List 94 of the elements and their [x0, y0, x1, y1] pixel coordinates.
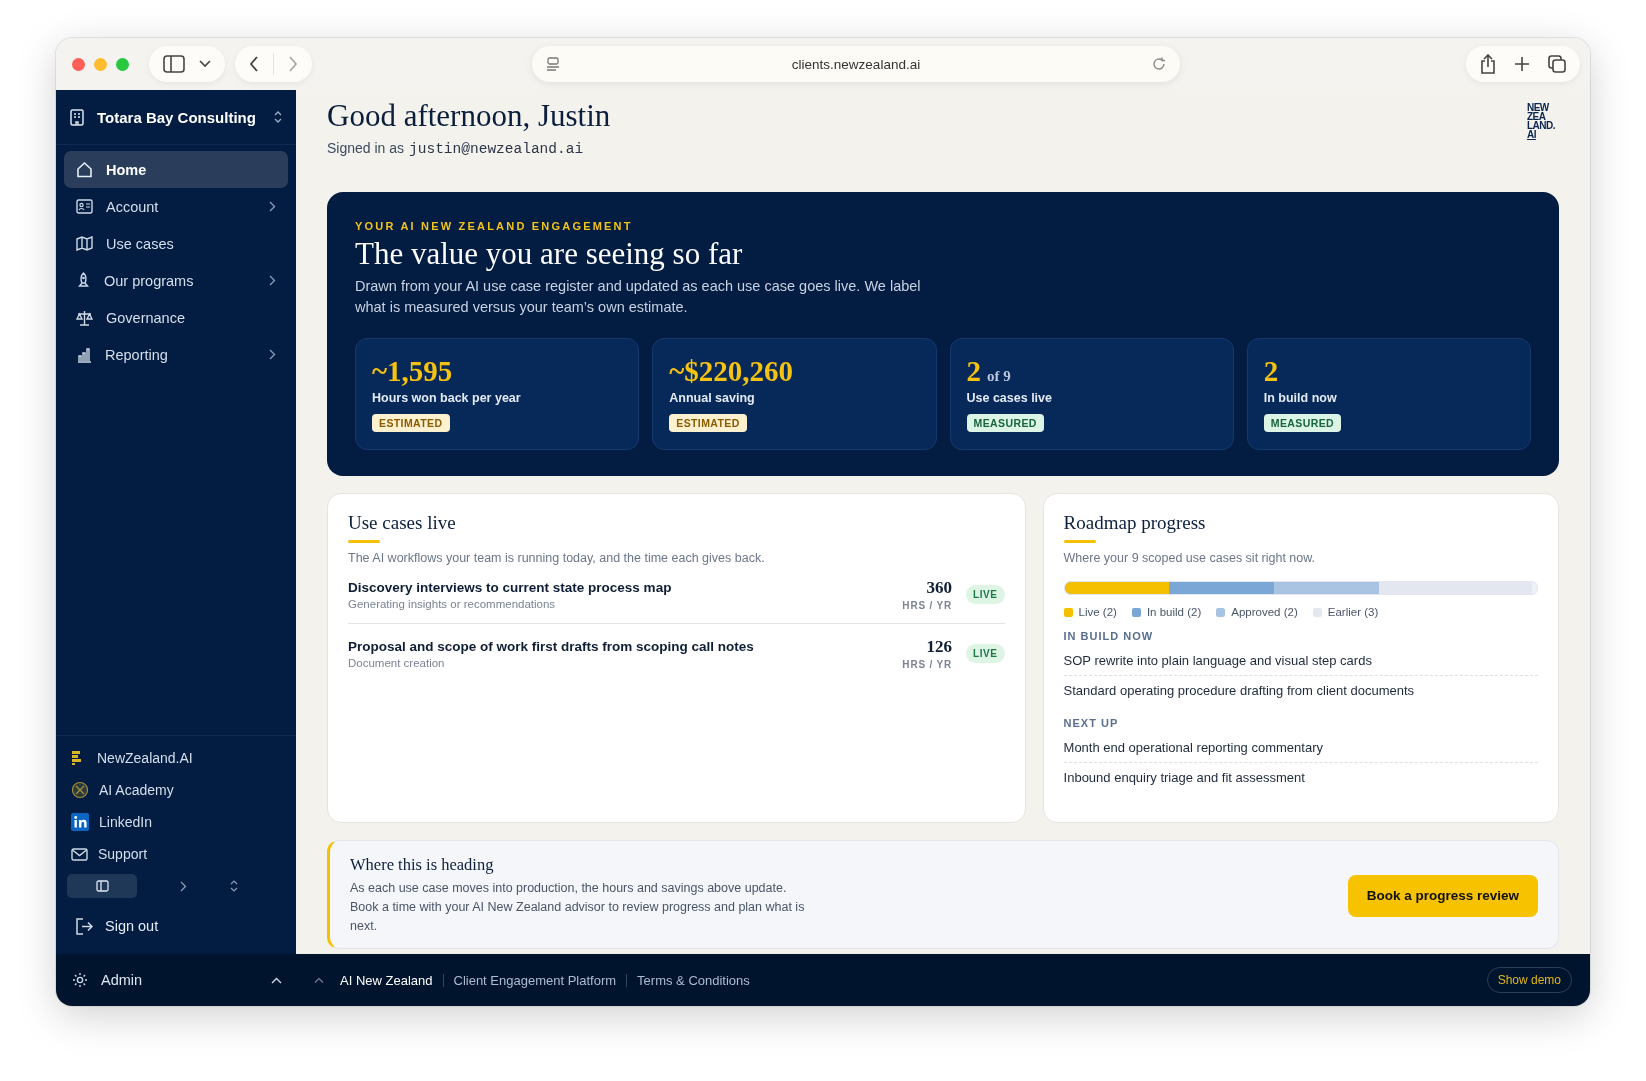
sidebar-toggle-icon[interactable] — [163, 55, 185, 73]
back-icon[interactable] — [249, 56, 259, 72]
use-case-category: Generating insights or recommendations — [348, 597, 557, 610]
stat-total: of 9 — [987, 368, 1011, 385]
address-bar[interactable]: clients.newzealand.ai — [532, 46, 1180, 82]
stat-label: In build now — [1263, 391, 1337, 405]
up-down-icon — [274, 111, 282, 123]
chevron-right-icon — [269, 201, 276, 212]
footer-link[interactable]: AI New Zealand — [340, 972, 433, 988]
building-icon — [70, 108, 84, 126]
share-icon[interactable] — [1480, 54, 1496, 74]
reload-icon[interactable] — [1152, 57, 1166, 71]
page-icon — [546, 57, 560, 71]
stat-value: ~$220,260 — [669, 355, 794, 388]
close-window-button[interactable] — [72, 57, 85, 71]
hours-value: 126 — [925, 637, 952, 657]
roadmap-item: Month end operational reporting commentary — [1063, 740, 1323, 755]
card-subtitle: The AI workflows your team is running today, and the time each gives back. — [348, 551, 766, 565]
sidebar-link[interactable]: NewZealand.AI — [64, 742, 288, 774]
legend-label: In build (2) — [1146, 606, 1202, 618]
plus-icon[interactable] — [1514, 56, 1530, 72]
roadmap-item: Inbound enquiry triage and fit assessment — [1063, 770, 1305, 785]
roadmap-item: Standard operating procedure drafting from client documents — [1063, 683, 1415, 698]
panel-heading: The value you are seeing so far — [355, 236, 744, 272]
footer-link[interactable]: Terms & Conditions — [637, 972, 750, 988]
sidebar-link[interactable]: LinkedIn — [64, 806, 288, 838]
use-case-title: Proposal and scope of work first drafts from scoping call notes — [348, 638, 755, 654]
sidebar-item[interactable]: Use cases — [64, 225, 288, 262]
sidebar-panel-icon — [95, 880, 109, 892]
callout-heading: Where this is heading — [350, 855, 495, 875]
scales-icon — [76, 309, 93, 326]
bar-chart-icon — [76, 346, 92, 363]
greeting-heading: Good afternoon, Justin — [327, 98, 611, 134]
status-badge: LIVE — [965, 644, 1005, 663]
stat-label: Hours won back per year — [372, 391, 521, 405]
stat-value: ~1,595 — [372, 355, 453, 388]
stat-label: Annual saving — [669, 391, 755, 405]
sign-out-button[interactable]: Sign out — [64, 906, 288, 946]
rocket-icon — [76, 272, 91, 289]
hours-value: 360 — [925, 578, 952, 598]
chevron-right-icon — [269, 275, 276, 286]
user-email: justin@newzealand.ai — [409, 141, 584, 157]
signed-in-label: Signed in as — [327, 140, 405, 156]
chevron-down-icon[interactable] — [199, 60, 211, 68]
stat-label: Use cases live — [966, 391, 1052, 405]
status-badge: MEASURED — [1263, 414, 1342, 432]
card-heading: Use cases live — [348, 512, 457, 534]
card-heading: Roadmap progress — [1063, 512, 1207, 534]
callout-text: Book a time with your AI New Zealand advisor to review progress and plan what is next. — [350, 899, 806, 935]
legend-label: Approved (2) — [1231, 606, 1298, 618]
stat-value: 2 — [1263, 355, 1279, 388]
panel-description: Drawn from your AI use case register and updated as each use case goes live. We label what is measured versus your team’s own estimate. — [355, 277, 922, 317]
status-badge: MEASURED — [966, 414, 1044, 432]
sidebar-link[interactable]: AI Academy — [64, 774, 288, 806]
organization-switcher[interactable]: Totara Bay Consulting — [56, 90, 296, 145]
hours-unit: HRS / YR — [902, 659, 952, 670]
tabs-icon[interactable] — [1548, 55, 1566, 73]
group-heading: IN BUILD NOW — [1063, 630, 1155, 642]
sign-out-icon — [75, 917, 93, 935]
footer-link[interactable]: Client Engagement Platform — [453, 972, 617, 988]
roadmap-item: SOP rewrite into plain language and visual step cards — [1063, 653, 1372, 668]
home-icon — [76, 161, 93, 178]
legend-label: Live (2) — [1078, 606, 1117, 618]
legend-label: Earlier (3) — [1327, 606, 1379, 618]
sidebar-item[interactable]: Reporting — [64, 336, 288, 373]
sun-icon — [72, 972, 88, 988]
stat-value: 2 — [966, 355, 981, 388]
status-badge: ESTIMATED — [372, 414, 450, 432]
user-menu-label[interactable]: Admin — [101, 972, 258, 988]
book-review-button[interactable]: Book a progress review — [1347, 874, 1538, 917]
chevron-right-icon[interactable] — [180, 880, 187, 892]
sidebar-item[interactable]: Our programs — [64, 262, 288, 299]
linkedin-icon — [71, 813, 89, 831]
status-badge: LIVE — [965, 585, 1005, 604]
callout-text: As each use case moves into production, the hours and savings above update. — [350, 880, 788, 897]
sidebar-item[interactable]: Governance — [64, 299, 288, 336]
use-case-category: Document creation — [348, 656, 446, 669]
academy-emblem-icon — [71, 781, 89, 799]
eyebrow-label: YOUR AI NEW ZEALAND ENGAGEMENT — [355, 220, 634, 232]
map-icon — [76, 236, 93, 251]
use-case-title: Discovery interviews to current state process map — [348, 579, 673, 595]
sidebar-link[interactable]: Support — [64, 838, 288, 870]
panel-toggle-button[interactable] — [67, 874, 137, 898]
brand-logo: NEW ZEA LAND. AI — [1526, 103, 1555, 139]
id-card-icon — [76, 199, 93, 214]
chevron-right-icon — [269, 349, 276, 360]
sidebar-item[interactable]: Account — [64, 188, 288, 225]
card-subtitle: Where your 9 scoped use cases sit right now. — [1063, 551, 1317, 565]
sidebar-item[interactable]: Home — [64, 151, 288, 188]
status-badge: ESTIMATED — [669, 414, 747, 432]
mail-icon — [71, 847, 88, 861]
hours-unit: HRS / YR — [902, 600, 952, 611]
group-heading: NEXT UP — [1063, 717, 1120, 729]
up-down-icon[interactable] — [230, 880, 238, 892]
